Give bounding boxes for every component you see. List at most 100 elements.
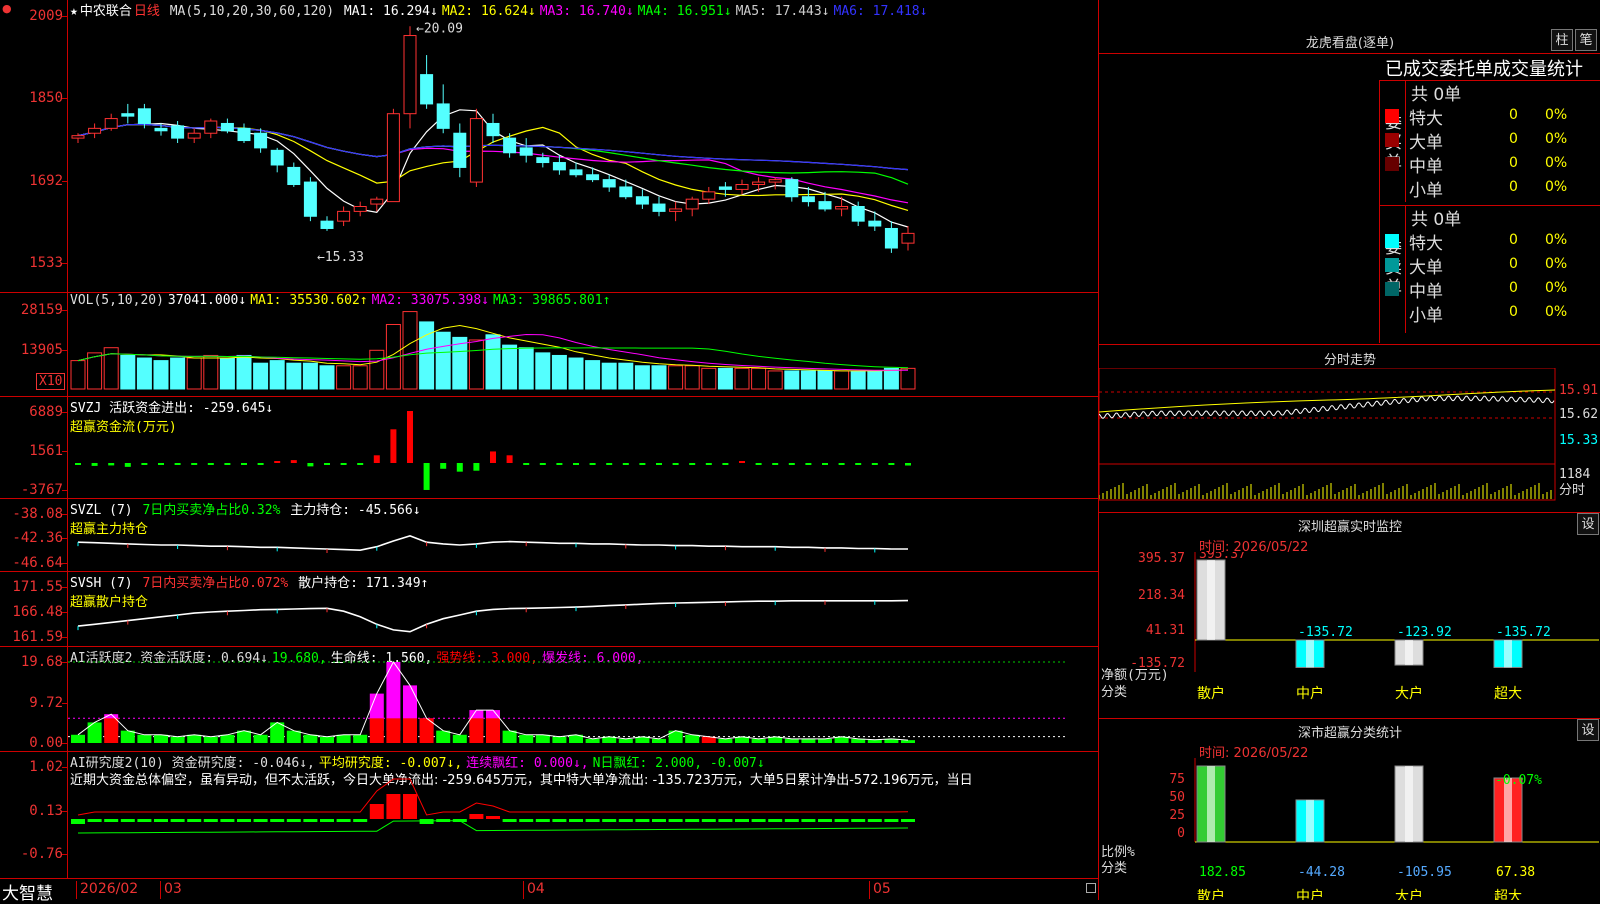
svzj-bar	[241, 463, 247, 465]
ai-research-bar	[701, 819, 716, 822]
category-x-label: 大户	[1395, 685, 1423, 702]
volume-bar	[800, 370, 816, 390]
date-label: 2026/02	[76, 881, 138, 899]
volume-bar	[286, 362, 302, 390]
svzj-bar	[324, 463, 330, 465]
bar-mode-button[interactable]: 柱	[1551, 29, 1573, 51]
y-label: 1533	[29, 255, 63, 271]
ai-activity-bar	[718, 738, 733, 743]
ai-research-chart[interactable]	[68, 752, 1098, 878]
svzj-bar	[423, 463, 430, 490]
svzj-bar	[523, 463, 530, 465]
svzl-chart[interactable]	[68, 499, 1098, 572]
ai-activity-panel[interactable]: 19.68 9.72 0.00 AI活跃度2 资金活跃度: 0.694↓ 19.6…	[0, 647, 1098, 752]
candle-body	[270, 149, 284, 166]
ai-activity-bar	[552, 736, 567, 743]
ai-research-bar	[884, 819, 899, 822]
ai-research-bar	[469, 814, 484, 819]
candle-body	[519, 147, 533, 156]
ai-research-bar	[220, 819, 235, 822]
candle-body	[768, 179, 782, 183]
category-value-label: -135.72	[1298, 625, 1353, 640]
svzj-bar	[788, 463, 795, 465]
volume-bar	[153, 360, 169, 390]
candle-body	[121, 113, 135, 117]
candle-body	[685, 198, 699, 210]
intraday-chart[interactable]: 15.91 15.62 15.33 1184分时	[1099, 368, 1600, 510]
svzj-panel[interactable]: 6889 1561 -3767 SVZJ 活跃资金进出: -259.645↓ 超…	[0, 397, 1098, 499]
ai-activity-bar	[237, 730, 251, 743]
volume-bar	[302, 362, 318, 390]
svzj-bar	[822, 463, 828, 465]
svzj-bar	[855, 463, 862, 465]
ai-research-bar	[519, 819, 534, 822]
y-label: 2009	[29, 8, 63, 24]
candle-body	[104, 118, 118, 129]
ai-activity-bar	[901, 740, 915, 743]
order-row-val: 0	[1509, 232, 1518, 248]
category-x-label: 中户	[1296, 685, 1324, 702]
ai-research-bar	[303, 819, 318, 822]
tick-mode-button[interactable]: 笔	[1575, 29, 1597, 51]
order-row-pct: 0%	[1545, 304, 1568, 320]
sz-class-settings-button[interactable]: 设	[1577, 719, 1599, 741]
ai-activity-chart[interactable]	[68, 647, 1098, 752]
ai-activity-bar	[386, 718, 401, 743]
volume-chart[interactable]	[68, 293, 1098, 397]
ai-research-panel[interactable]: 1.02 0.13 -0.76 AI研究度2(10) 资金研究度: -0.046…	[0, 752, 1098, 878]
volume-bar	[551, 354, 567, 390]
candle-body	[71, 135, 85, 139]
svzj-axis: 6889 1561 -3767	[0, 397, 68, 498]
order-row-label: 大单	[1409, 258, 1443, 278]
svsh-chart[interactable]	[68, 572, 1098, 647]
volume-bar	[136, 357, 152, 390]
svzj-chart[interactable]	[68, 397, 1098, 499]
ai-research-bar	[635, 819, 650, 822]
svzj-bar	[274, 461, 281, 463]
main-chart-area[interactable]: ● 2009 1850 1692 1533 ★ 中农联合 日线 MA(5,10,20…	[0, 0, 1098, 904]
volume-bar	[867, 370, 883, 390]
ai-activity-bar	[751, 738, 766, 743]
volume-panel[interactable]: 28159 13905 X10 VOL(5,10,20) 37041.000↓ MA…	[0, 293, 1098, 397]
lock-icon[interactable]	[1086, 883, 1096, 893]
ai-research-line	[77, 778, 909, 816]
candle-body	[835, 206, 849, 210]
candle-body	[669, 208, 683, 212]
sz-class-chart[interactable]: 75 50 25 0 182.85 散户 -44.28 中户 -105.95 大户 67.38 超大 比…	[1099, 758, 1600, 900]
price-panel[interactable]: ● 2009 1850 1692 1533 ★ 中农联合 日线 MA(5,10,20…	[0, 0, 1098, 293]
volume-bar	[535, 352, 551, 390]
volume-bar	[518, 347, 534, 390]
ai-research-bar	[585, 819, 600, 822]
candle-body	[220, 122, 234, 132]
ai-research-bar	[685, 819, 700, 822]
ai-research-bar	[71, 819, 85, 824]
candle-body	[652, 203, 666, 212]
sz-monitor-chart[interactable]: 395.37 218.34 41.31 -135.72 395.37 散户 -135.72 中…	[1099, 552, 1600, 718]
candle-body	[884, 227, 898, 249]
candle-body	[287, 166, 301, 186]
candle-body	[204, 120, 218, 134]
volume-bar	[568, 357, 584, 390]
svzj-bar	[307, 463, 314, 467]
svzl-panel[interactable]: -38.08 -42.36 -46.64 SVZL (7) 7日内买卖净占比0.…	[0, 499, 1098, 572]
candle-body	[552, 162, 566, 171]
svzj-bar	[755, 463, 762, 465]
color-swatch	[1385, 282, 1399, 296]
ai-activity-bar	[187, 734, 202, 743]
svzj-bar	[158, 463, 164, 465]
volume-bar	[186, 357, 202, 390]
candle-body	[752, 181, 766, 186]
svzj-bar	[290, 460, 297, 463]
category-value-label: -135.72	[1496, 625, 1551, 640]
svsh-panel[interactable]: 171.55 166.48 161.59 SVSH (7) 7日内买卖净占比0.…	[0, 572, 1098, 647]
svzj-bar	[257, 463, 264, 465]
order-row-label: 小单	[1409, 181, 1443, 201]
ai-activity-bar	[535, 734, 550, 743]
candle-body	[237, 127, 251, 142]
candlestick-chart[interactable]: ←20.09 ←15.33	[68, 0, 1098, 293]
ai-research-bar	[486, 816, 500, 819]
candle-body	[619, 186, 633, 198]
svzj-bar	[739, 461, 745, 463]
intraday-title: 分时走势	[1323, 353, 1376, 368]
sz-monitor-settings-button[interactable]: 设	[1577, 513, 1599, 535]
